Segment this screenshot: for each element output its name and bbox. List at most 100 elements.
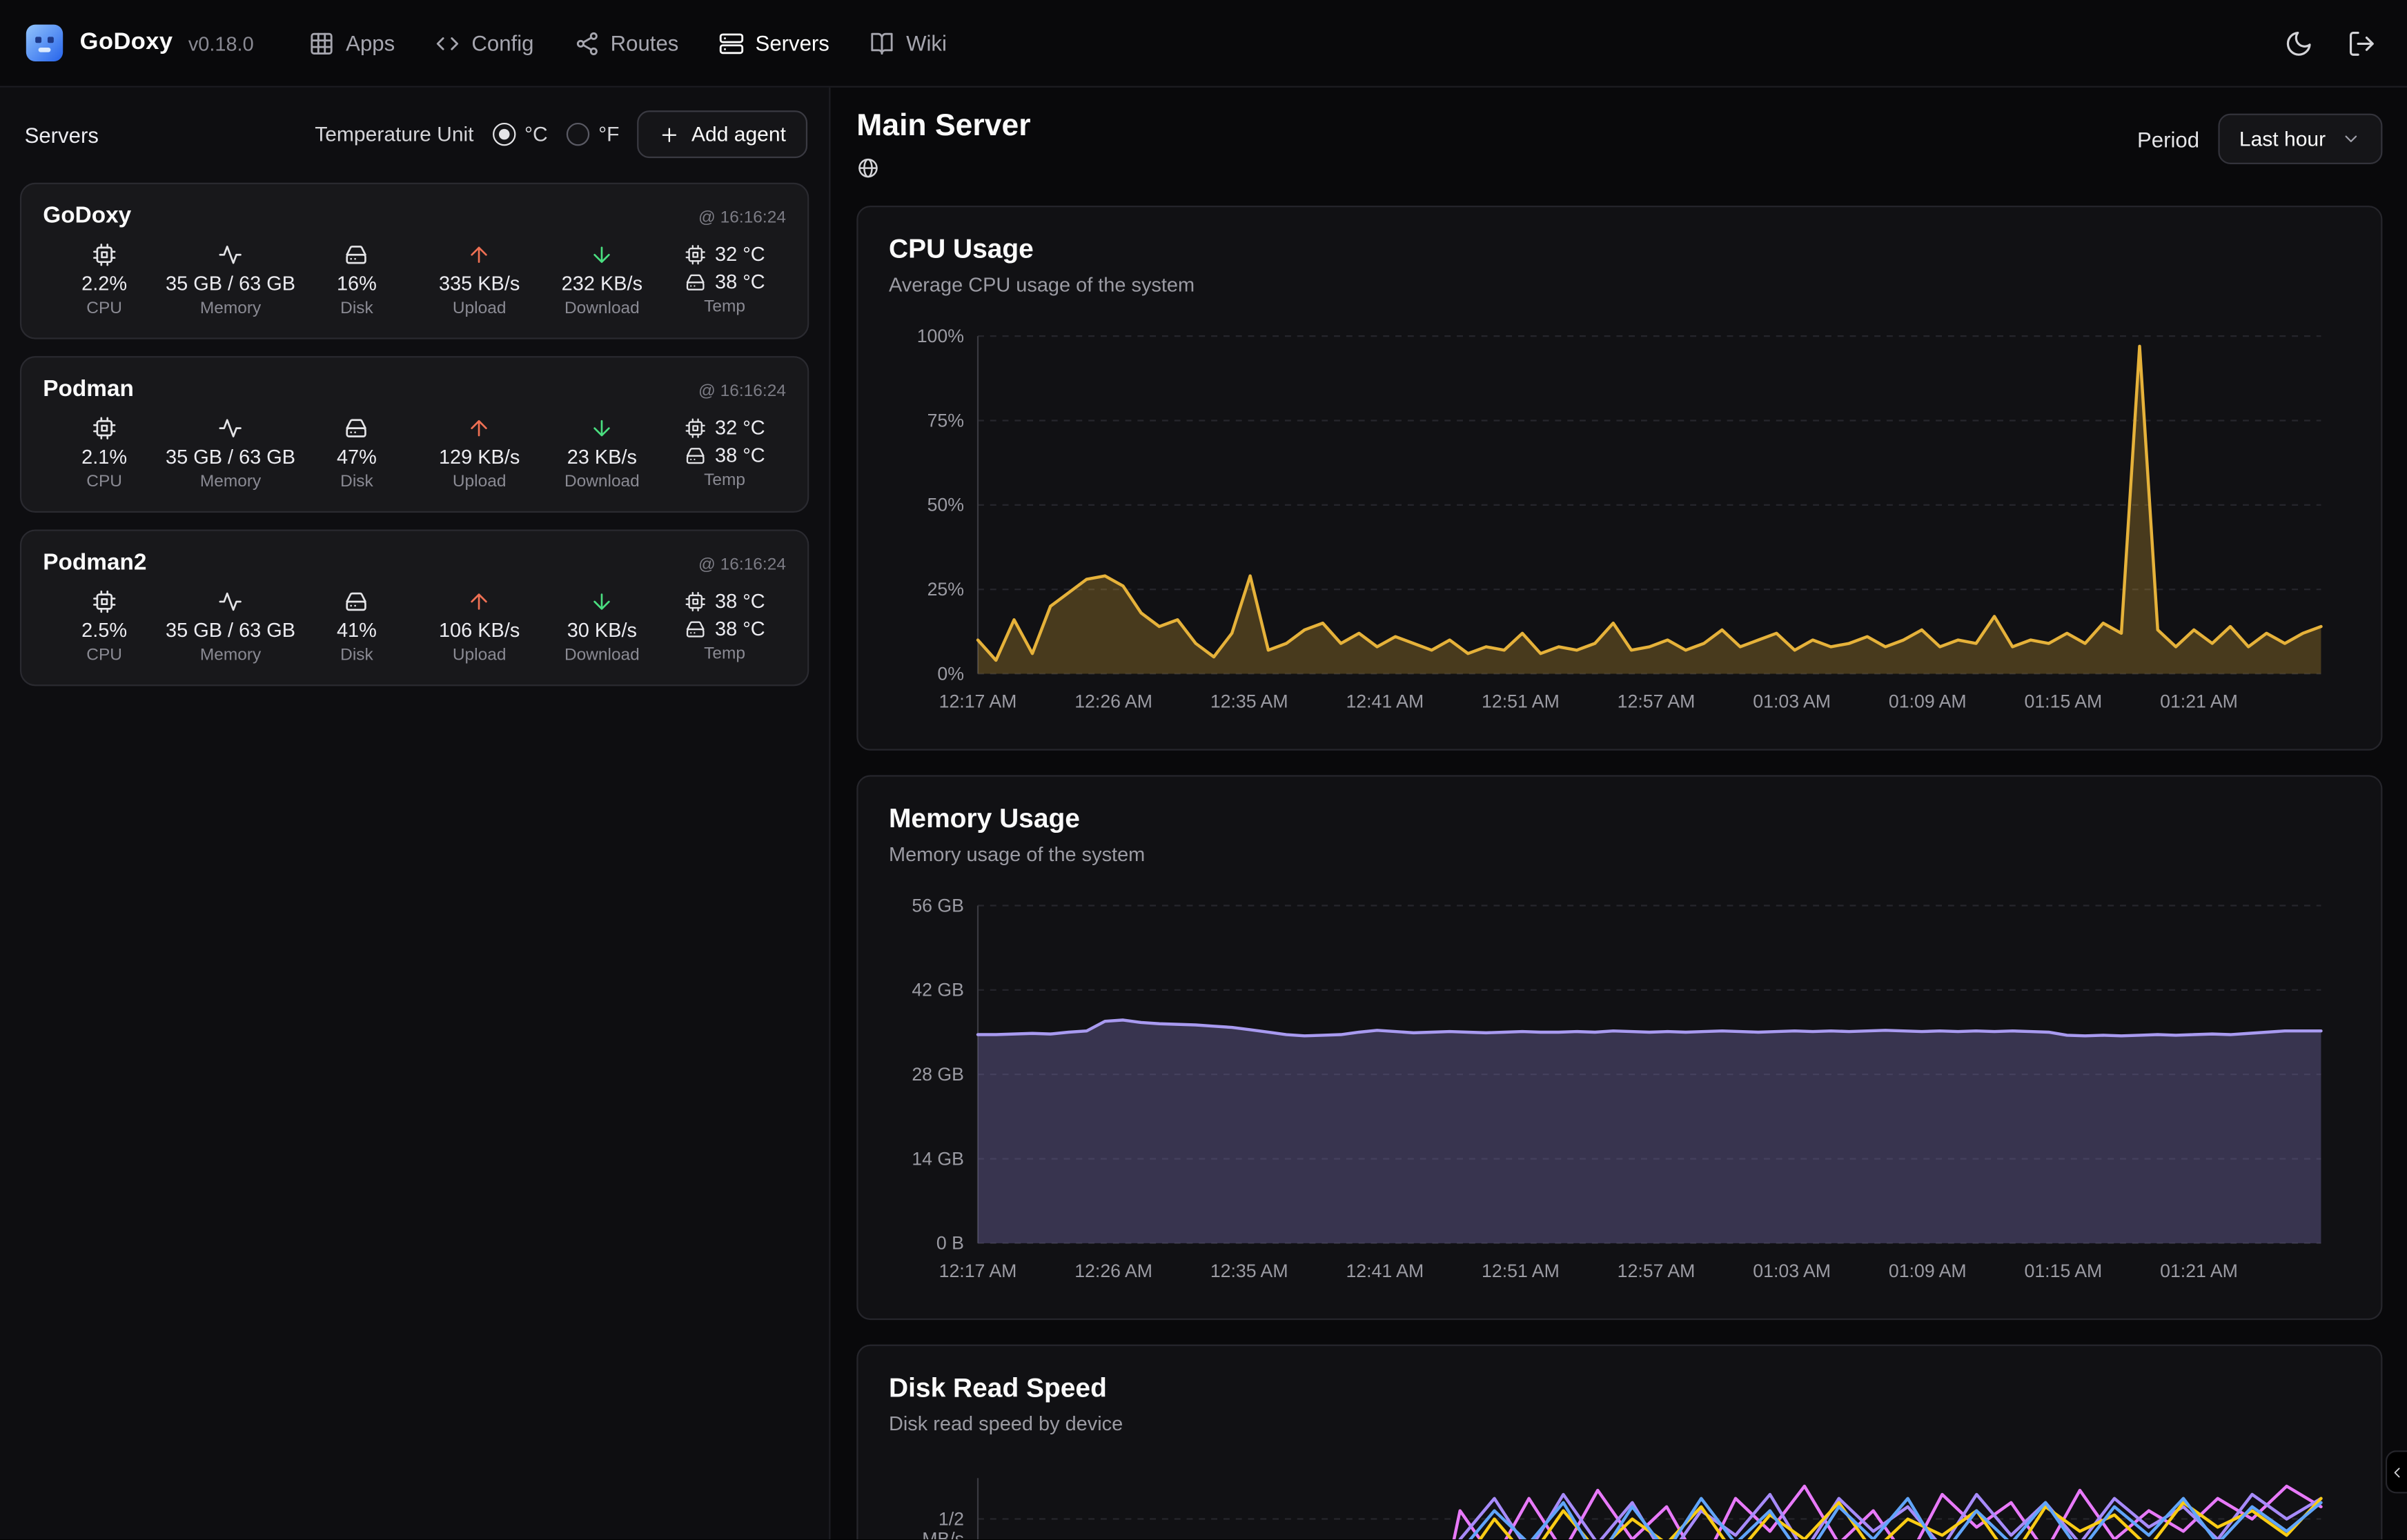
activity-icon <box>218 242 243 267</box>
svg-text:12:26 AM: 12:26 AM <box>1074 691 1152 711</box>
arrow-down-icon <box>590 242 615 267</box>
top-navbar: GoDoxy v0.18.0 Apps Config Routes Server <box>0 0 2407 88</box>
temp-stat: 32 °C 38 °C Temp <box>663 242 786 317</box>
svg-text:MB/s: MB/s <box>922 1528 964 1539</box>
nav-item-apps[interactable]: Apps <box>309 30 395 56</box>
download-stat: 232 KB/s Download <box>541 242 664 317</box>
cpu-icon <box>685 590 706 611</box>
grid-icon <box>309 30 335 56</box>
svg-text:56 GB: 56 GB <box>912 895 964 916</box>
celsius-radio[interactable]: °C <box>492 123 547 146</box>
servers-icon <box>718 30 745 56</box>
add-agent-label: Add agent <box>691 123 786 146</box>
temp-label: Temp <box>704 471 745 490</box>
page-title: Main Server <box>856 109 1030 144</box>
hard-drive-icon <box>344 416 369 441</box>
upload-value: 129 KB/s <box>439 445 520 468</box>
memory-stat: 35 GB / 63 GB Memory <box>166 416 295 491</box>
activity-icon <box>218 416 243 441</box>
server-card[interactable]: Podman @ 16:16:24 2.1% CPU 35 GB / 63 GB… <box>20 356 809 513</box>
brand-name: GoDoxy <box>80 29 173 57</box>
svg-text:01:15 AM: 01:15 AM <box>2025 691 2103 711</box>
svg-text:01:09 AM: 01:09 AM <box>1889 691 1967 711</box>
arrow-up-icon <box>467 589 492 614</box>
disk-label: Disk <box>340 473 373 491</box>
period-label: Period <box>2137 127 2199 152</box>
temperature-unit-label: Temperature Unit <box>315 123 473 146</box>
memory-usage-chart: 56 GB42 GB28 GB14 GB0 B12:17 AM12:26 AM1… <box>889 894 2350 1297</box>
code-icon <box>435 30 461 56</box>
chart-title: Disk Read Speed <box>889 1372 2350 1405</box>
chart-title: CPU Usage <box>889 233 2350 266</box>
svg-text:01:21 AM: 01:21 AM <box>2160 691 2238 711</box>
cpu-temp-value: 32 °C <box>715 416 765 439</box>
svg-text:01:15 AM: 01:15 AM <box>2025 1261 2103 1281</box>
chart-title: Memory Usage <box>889 802 2350 835</box>
cpu-label: CPU <box>86 646 122 665</box>
upload-stat: 129 KB/s Upload <box>418 416 541 491</box>
server-name: Podman2 <box>43 549 146 575</box>
theme-toggle-button[interactable] <box>2284 28 2313 57</box>
collapse-panel-toggle[interactable] <box>2386 1450 2407 1493</box>
godoxy-logo[interactable] <box>25 23 65 63</box>
svg-text:0%: 0% <box>937 663 964 684</box>
cpu-icon <box>92 416 117 441</box>
globe-icon[interactable] <box>856 157 879 179</box>
svg-text:12:57 AM: 12:57 AM <box>1618 691 1696 711</box>
svg-text:14 GB: 14 GB <box>912 1148 964 1169</box>
period-dropdown[interactable]: Last hour <box>2218 114 2383 164</box>
svg-text:1/2: 1/2 <box>939 1508 964 1529</box>
download-stat: 23 KB/s Download <box>541 416 664 491</box>
svg-text:01:03 AM: 01:03 AM <box>1753 691 1831 711</box>
nav-item-label: Config <box>471 30 533 55</box>
memory-label: Memory <box>200 473 261 491</box>
svg-text:12:41 AM: 12:41 AM <box>1346 1261 1424 1281</box>
hard-drive-icon <box>344 589 369 614</box>
cpu-value: 2.5% <box>81 618 127 641</box>
disk-stat: 47% Disk <box>295 416 418 491</box>
disk-read-speed-chart: 1/2MB/s12:17 AM12:26 AM12:35 AM12:41 AM1… <box>889 1463 2350 1539</box>
app-version: v0.18.0 <box>188 32 254 55</box>
fahrenheit-radio[interactable]: °F <box>566 123 619 146</box>
cpu-icon <box>92 242 117 267</box>
nav-item-label: Routes <box>611 30 679 55</box>
arrow-up-icon <box>467 242 492 267</box>
main-content: Main Server Period Last hour CPU Usage A… <box>832 88 2407 1539</box>
logout-button[interactable] <box>2347 28 2376 57</box>
activity-icon <box>218 589 243 614</box>
temp-stat: 38 °C 38 °C Temp <box>663 589 786 664</box>
chart-subtitle: Average CPU usage of the system <box>889 273 2350 296</box>
cpu-icon <box>685 417 706 438</box>
chart-subtitle: Memory usage of the system <box>889 842 2350 865</box>
svg-text:12:57 AM: 12:57 AM <box>1618 1261 1696 1281</box>
add-agent-button[interactable]: Add agent <box>638 110 807 158</box>
upload-value: 106 KB/s <box>439 618 520 641</box>
svg-text:01:03 AM: 01:03 AM <box>1753 1261 1831 1281</box>
cpu-stat: 2.1% CPU <box>43 416 166 491</box>
upload-label: Upload <box>453 646 507 665</box>
disk-label: Disk <box>340 299 373 318</box>
nav-item-wiki[interactable]: Wiki <box>870 30 947 56</box>
nav-item-servers[interactable]: Servers <box>718 30 829 56</box>
upload-value: 335 KB/s <box>439 272 520 295</box>
disk-temp-value: 38 °C <box>715 270 765 293</box>
servers-panel: Servers Temperature Unit °C °F Add agent <box>0 88 830 1539</box>
cpu-usage-card: CPU Usage Average CPU usage of the syste… <box>856 206 2382 751</box>
hard-drive-icon <box>685 618 706 639</box>
temp-label: Temp <box>704 298 745 317</box>
temp-label: Temp <box>704 644 745 663</box>
upload-stat: 335 KB/s Upload <box>418 242 541 317</box>
temp-stat: 32 °C 38 °C Temp <box>663 416 786 491</box>
memory-label: Memory <box>200 299 261 318</box>
server-card[interactable]: Podman2 @ 16:16:24 2.5% CPU 35 GB / 63 G… <box>20 529 809 686</box>
nav-item-routes[interactable]: Routes <box>573 30 678 56</box>
svg-text:25%: 25% <box>927 579 964 600</box>
svg-text:42 GB: 42 GB <box>912 980 964 1000</box>
memory-value: 35 GB / 63 GB <box>166 618 295 641</box>
download-value: 232 KB/s <box>562 272 642 295</box>
server-card[interactable]: GoDoxy @ 16:16:24 2.2% CPU 35 GB / 63 GB… <box>20 183 809 339</box>
nav-item-config[interactable]: Config <box>435 30 533 56</box>
chevron-down-icon <box>2341 129 2361 149</box>
logout-icon <box>2347 28 2376 57</box>
svg-text:12:41 AM: 12:41 AM <box>1346 691 1424 711</box>
